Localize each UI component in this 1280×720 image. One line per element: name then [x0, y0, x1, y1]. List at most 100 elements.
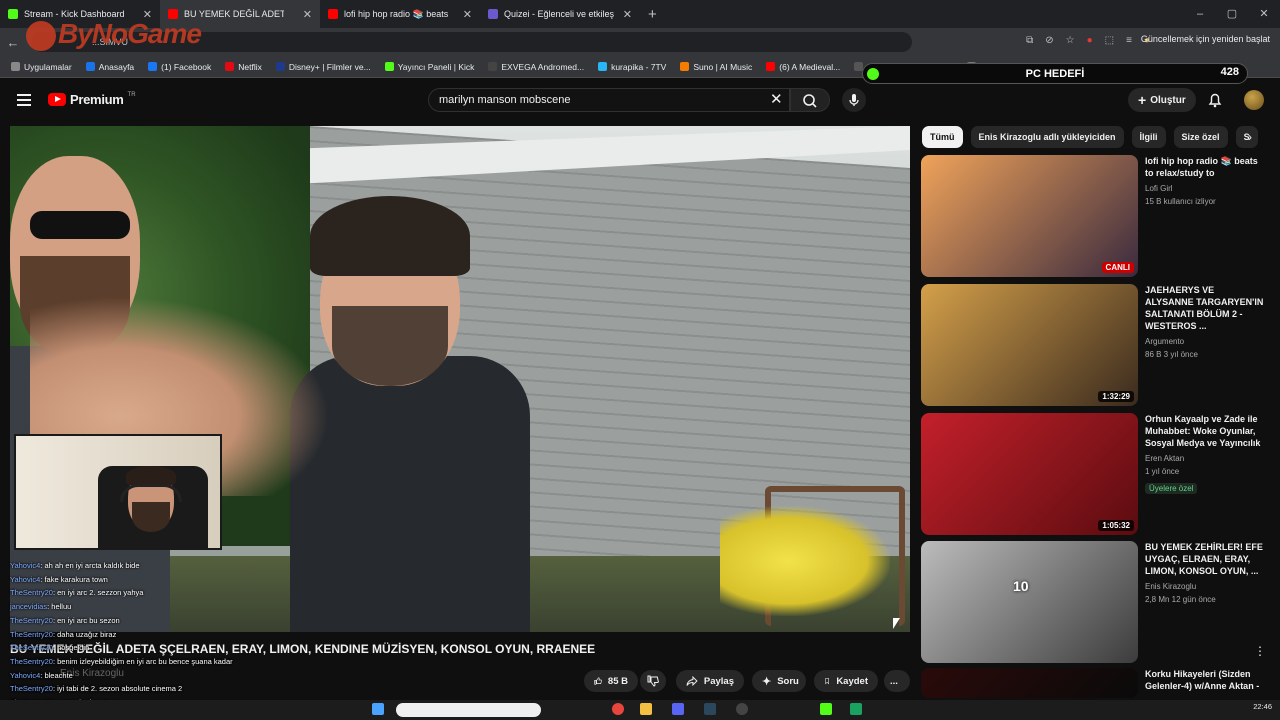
filter-chip[interactable]: S: [1235, 126, 1258, 148]
taskbar-search[interactable]: [396, 703, 541, 717]
save-button[interactable]: Kaydet: [814, 670, 878, 692]
clear-search-icon[interactable]: ✕: [770, 92, 783, 107]
chat-username[interactable]: TheSentry20: [10, 588, 53, 597]
bookmark-item[interactable]: (6) A Medieval...: [761, 62, 845, 72]
chevron-right-icon[interactable]: ›: [1248, 130, 1252, 144]
video-title[interactable]: Korku Hikayeleri (Sizden Gelenler-4) w/A…: [1145, 668, 1265, 692]
search-input[interactable]: marilyn manson mobscene: [428, 88, 790, 112]
bookmark-label: Netflix: [238, 61, 262, 72]
video-title[interactable]: BU YEMEK ZEHİRLER! EFE UYGAÇ, ELRAEN, ER…: [1145, 541, 1265, 577]
video-thumbnail[interactable]: CANLI: [921, 155, 1138, 277]
recommended-video[interactable]: 10 BU YEMEK ZEHİRLER! EFE UYGAÇ, ELRAEN, …: [921, 541, 1266, 663]
maximize-icon[interactable]: ▢: [1216, 0, 1248, 28]
bookmark-favicon-icon: [766, 62, 776, 71]
chat-username[interactable]: TheSentry20: [10, 684, 53, 693]
bookmark-item[interactable]: kurapika - 7TV: [593, 62, 671, 72]
video-thumbnail[interactable]: 10: [921, 541, 1138, 663]
bookmark-item[interactable]: Disney+ | Filmler ve...: [271, 62, 376, 72]
bookmark-icon: [825, 678, 829, 685]
more-actions-button[interactable]: ...: [884, 670, 910, 692]
recommended-video[interactable]: 1:32:29 JAEHAERYS VE ALYSANNE TARGARYEN'I…: [921, 284, 1266, 406]
update-button[interactable]: Güncellemek için yeniden başlat: [1141, 34, 1270, 44]
youtube-brand: Premium: [70, 92, 124, 107]
menu-icon[interactable]: [17, 94, 31, 106]
recommended-video[interactable]: Korku Hikayeleri (Sizden Gelenler-4) w/A…: [921, 668, 1266, 698]
install-icon[interactable]: ⧉: [1026, 35, 1033, 46]
bookmark-item[interactable]: Yayıncı Paneli | Kick: [380, 62, 480, 72]
channel-name[interactable]: Eren Aktan: [1145, 452, 1265, 465]
video-title[interactable]: Orhun Kayaalp ve Zade ile Muhabbet: Woke…: [1145, 413, 1265, 449]
recommended-video[interactable]: CANLI lofi hip hop radio 📚 beats to relax…: [921, 155, 1266, 277]
chat-username[interactable]: Yahovic4: [10, 671, 40, 680]
close-tab-icon[interactable]: ✕: [623, 8, 632, 21]
chat-username[interactable]: TheSentry20: [10, 643, 53, 652]
extension-red-icon[interactable]: ●: [1087, 35, 1093, 46]
video-thumbnail[interactable]: 1:05:32: [921, 413, 1138, 535]
filter-chip[interactable]: İlgili: [1131, 126, 1166, 148]
windows-start-icon[interactable]: [372, 703, 384, 715]
video-title[interactable]: lofi hip hop radio 📚 beats to relax/stud…: [1145, 155, 1265, 179]
chat-username[interactable]: TheSentry20: [10, 657, 53, 666]
ask-button[interactable]: ✦ Soru: [752, 670, 806, 692]
bookmark-label: Uygulamalar: [24, 61, 72, 72]
app-icon[interactable]: [850, 703, 862, 715]
steam-icon[interactable]: [704, 703, 716, 715]
filter-chip[interactable]: Tümü: [922, 126, 963, 148]
star-icon[interactable]: ☆: [1066, 35, 1075, 46]
tab-quizei[interactable]: Quizei - Eğlenceli ve etkileşim ✕: [480, 0, 640, 28]
address-bar-icons: ⧉ ⊘ ☆ ● ⬚ ≡ ●: [1026, 35, 1150, 46]
minimize-icon[interactable]: –: [1184, 0, 1216, 28]
filter-chip[interactable]: Size özel: [1173, 126, 1228, 148]
share-button[interactable]: Paylaş: [676, 670, 744, 692]
dislike-button[interactable]: [640, 670, 666, 692]
voice-search-button[interactable]: [842, 88, 866, 112]
eye-off-icon[interactable]: ⊘: [1045, 35, 1053, 46]
bookmark-item[interactable]: (1) Facebook: [143, 62, 216, 72]
video-thumbnail[interactable]: 1:32:29: [921, 284, 1138, 406]
bookmark-item[interactable]: Uygulamalar: [6, 62, 77, 72]
video-player[interactable]: [10, 126, 910, 632]
extensions-icon[interactable]: ⬚: [1105, 35, 1114, 46]
channel-name[interactable]: Enis Kirazoglu: [1145, 580, 1265, 593]
create-button[interactable]: + Oluştur: [1128, 88, 1196, 112]
chat-username[interactable]: jancevidias: [10, 602, 47, 611]
chat-username[interactable]: Yahovic4: [10, 561, 40, 570]
chat-text: : daha uzağız biraz: [52, 629, 117, 639]
chat-username[interactable]: TheSentry20: [10, 630, 53, 639]
video-thumbnail[interactable]: [921, 668, 1138, 698]
chat-message: jancevidias: helluu: [10, 600, 300, 614]
kick-app-icon[interactable]: [820, 703, 832, 715]
taskbar-clock: 22:46: [1253, 702, 1272, 711]
close-window-icon[interactable]: ✕: [1248, 0, 1280, 28]
tab-lofi[interactable]: lofi hip hop radio 📚 beats ✕: [320, 0, 480, 28]
bookmark-item[interactable]: Anasayfa: [81, 62, 139, 72]
filter-chip[interactable]: Enis Kirazoglu adlı yükleyiciden: [970, 126, 1124, 148]
bookmark-item[interactable]: EXVEGA Andromed...: [483, 62, 589, 72]
folder-icon[interactable]: [640, 703, 652, 715]
bookmark-item[interactable]: Suno | AI Music: [675, 62, 757, 72]
chrome-icon[interactable]: [612, 703, 624, 715]
bookmark-item[interactable]: Netflix: [220, 62, 267, 72]
chat-text: : bleachte: [40, 670, 73, 680]
search-button[interactable]: [790, 88, 830, 112]
channel-name[interactable]: Lofi Girl: [1145, 182, 1265, 195]
close-tab-icon[interactable]: ✕: [303, 8, 312, 21]
youtube-logo[interactable]: Premium TR: [48, 92, 136, 107]
new-tab-button[interactable]: +: [640, 6, 665, 23]
more-vert-icon[interactable]: ⋮: [1254, 644, 1266, 658]
chat-username[interactable]: TheSentry20: [10, 616, 53, 625]
chat-text: : iyi tabi de 2. sezon absolute cinema 2: [52, 684, 183, 694]
obs-icon[interactable]: [736, 703, 748, 715]
chat-username[interactable]: Yahovic4: [10, 575, 40, 584]
media-icon[interactable]: ≡: [1126, 35, 1132, 46]
channel-name[interactable]: Argumento: [1145, 335, 1265, 348]
back-arrow-icon[interactable]: ←: [0, 35, 26, 50]
notifications-button[interactable]: [1206, 91, 1224, 114]
like-button[interactable]: 85 B: [584, 670, 638, 692]
recommended-video[interactable]: 1:05:32 Orhun Kayaalp ve Zade ile Muhabbe…: [921, 413, 1266, 535]
discord-icon[interactable]: [672, 703, 684, 715]
video-title[interactable]: JAEHAERYS VE ALYSANNE TARGARYEN'IN SALTA…: [1145, 284, 1265, 332]
close-tab-icon[interactable]: ✕: [463, 8, 472, 21]
chat-message: Yahovic4: bleachte: [10, 669, 300, 683]
user-avatar[interactable]: [1244, 90, 1264, 110]
